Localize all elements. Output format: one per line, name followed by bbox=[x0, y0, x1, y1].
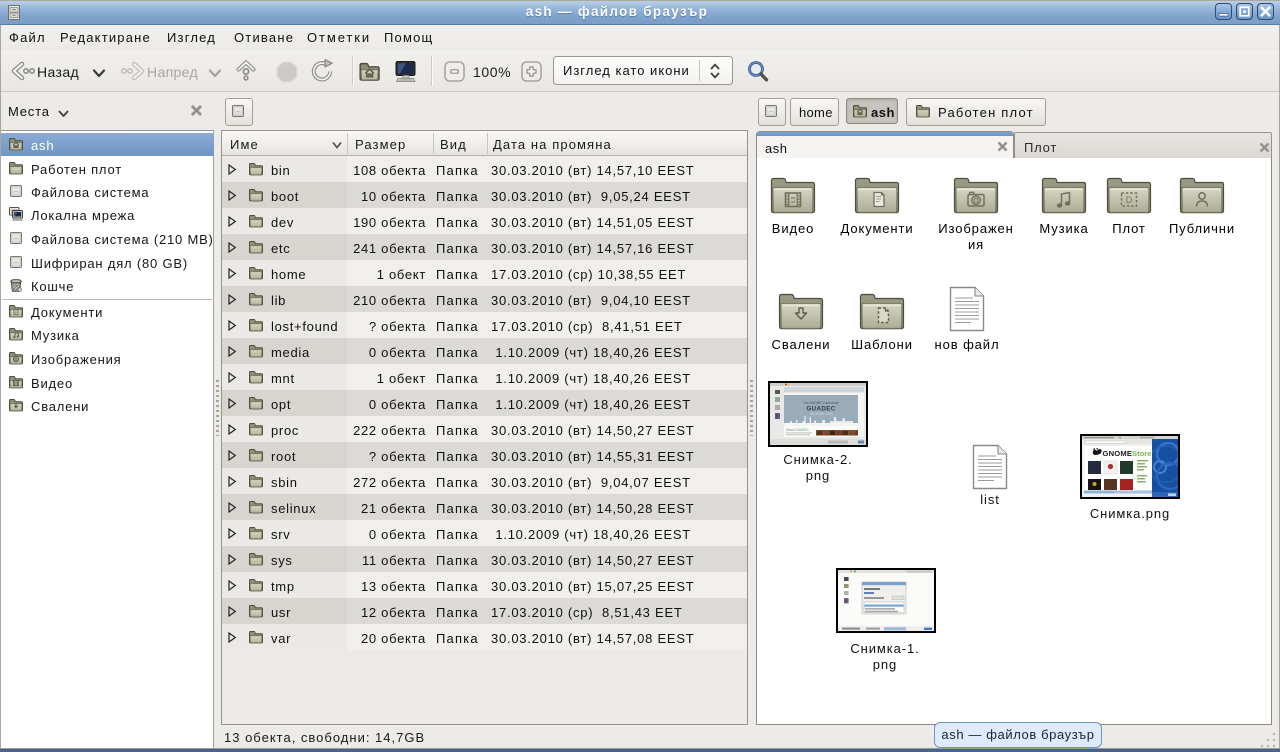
svg-text:Store: Store bbox=[1132, 449, 1151, 458]
svg-text:July 24-30th, 2010: July 24-30th, 2010 bbox=[809, 412, 832, 416]
svg-text:About GUADEC: About GUADEC bbox=[786, 428, 810, 432]
svg-text:D: D bbox=[1126, 195, 1133, 205]
svg-text:GNOME: GNOME bbox=[1103, 449, 1133, 458]
svg-text:The GNOME Conference: The GNOME Conference bbox=[803, 401, 839, 405]
